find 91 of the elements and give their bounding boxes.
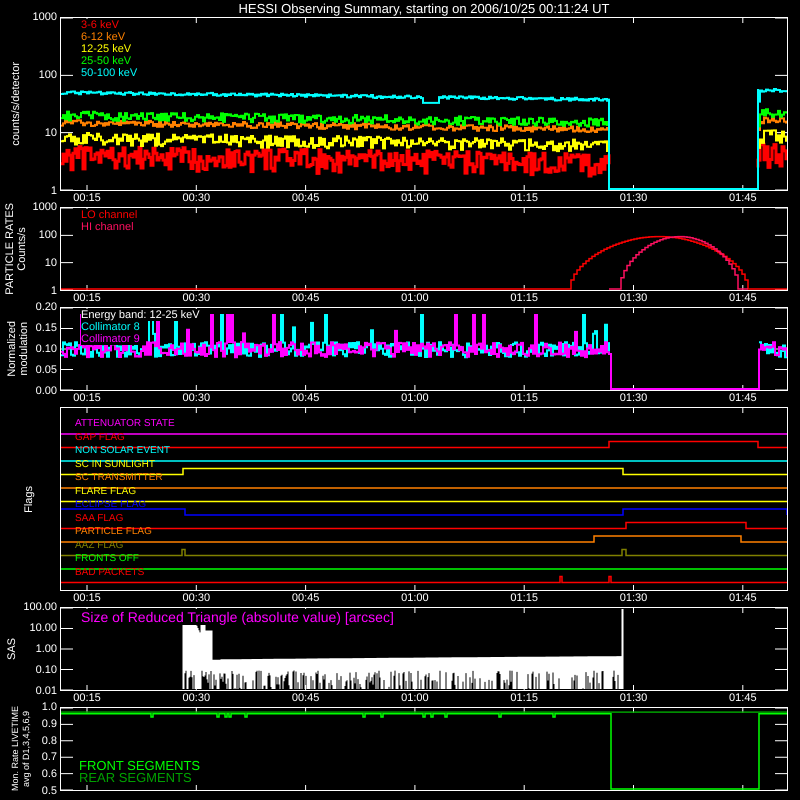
- tick-label: 100.00: [23, 601, 57, 613]
- legend-label: 3-6 keV: [81, 19, 119, 31]
- tick-label: 0.00: [36, 385, 57, 397]
- tick-label: 00:30: [182, 692, 210, 705]
- tick-label: 01:15: [510, 192, 538, 205]
- chart-caption: Energy band: 12-25 keV: [81, 309, 200, 321]
- legend-label: 25-50 keV: [81, 55, 132, 67]
- flag-label: SAA FLAG: [75, 512, 124, 525]
- tick-label: 00:45: [292, 692, 320, 705]
- tick-label: 10.00: [29, 622, 57, 634]
- flag-label: NON SOLAR EVENT: [75, 444, 172, 458]
- flag-label: GAP FLAG: [75, 430, 126, 444]
- tick-label: 0.10: [36, 664, 57, 676]
- tick-label: 01:45: [729, 292, 757, 305]
- flag-label: SC IN SUNLIGHT: [75, 458, 156, 471]
- tick-label: 1000: [32, 201, 57, 213]
- tick-label: 01:15: [510, 692, 538, 705]
- tick-label: 01:30: [620, 292, 648, 305]
- chart-title: HESSI Observing Summary, starting on 2006/10/25 00:11:24 UT: [238, 1, 610, 16]
- tick-label: 0.15: [36, 322, 57, 334]
- tick-label: 100: [38, 69, 57, 81]
- tick-label: 0.01: [36, 685, 57, 697]
- legend-label: LO channel: [81, 209, 138, 221]
- tick-label: 00:45: [292, 592, 320, 605]
- tick-label: 0.8: [42, 734, 57, 747]
- axis-label: Flags: [22, 486, 34, 512]
- axis-label: counts/s/detector: [10, 62, 22, 146]
- tick-label: 100: [38, 229, 57, 241]
- tick-label: 00:30: [182, 292, 210, 305]
- legend-label: Collimator 9: [81, 333, 140, 345]
- tick-label: 01:45: [729, 692, 757, 705]
- tick-label: 01:45: [729, 192, 757, 205]
- tick-label: 01:15: [510, 292, 538, 305]
- flag-label: ECLIPSE FLAG: [75, 498, 148, 512]
- tick-label: 00:15: [73, 292, 101, 305]
- tick-label: 1000: [32, 11, 57, 23]
- flag-label: FLARE FLAG: [75, 484, 138, 498]
- flag-label: AAZ FLAG: [75, 538, 124, 552]
- tick-label: 00:30: [182, 592, 210, 605]
- flag-label: ATTENUATOR STATE: [75, 417, 175, 430]
- tick-label: 01:00: [401, 292, 429, 305]
- tick-label: 01:15: [510, 592, 538, 605]
- tick-label: 0.7: [42, 751, 57, 764]
- tick-label: 0.9: [42, 718, 57, 730]
- tick-label: 00:30: [182, 192, 210, 205]
- legend-label: 50-100 keV: [81, 67, 138, 79]
- axis-label: Mon. Rate LIVETIME avg of D1,3,4,5,6,9: [10, 706, 32, 792]
- tick-label: 00:15: [73, 192, 101, 205]
- tick-label: 00:45: [292, 292, 320, 305]
- tick-label: 01:30: [620, 392, 648, 405]
- tick-label: 0.10: [36, 343, 57, 355]
- tick-label: 01:30: [620, 192, 648, 205]
- tick-label: 01:45: [729, 392, 757, 405]
- axis-label: SAS: [6, 638, 18, 660]
- tick-label: 00:45: [292, 392, 320, 405]
- legend-label: Collimator 8: [81, 321, 140, 333]
- tick-label: 01:00: [401, 192, 429, 205]
- tick-label: 01:30: [620, 692, 648, 705]
- tick-label: 00:45: [292, 192, 320, 205]
- tick-label: 10: [44, 257, 57, 269]
- legend-label: REAR SEGMENTS: [79, 772, 192, 784]
- tick-label: 00:15: [73, 692, 101, 705]
- tick-label: 1.00: [36, 643, 57, 655]
- flag-label: SC TRANSMITTER: [75, 471, 164, 484]
- legend-label: 6-12 keV: [81, 31, 126, 43]
- axis-label: PARTICLE RATES Counts/s: [4, 203, 28, 295]
- flag-label: FRONTS OFF: [75, 552, 140, 566]
- chart-caption: Size of Reduced Triangle (absolute value) [arcsec]: [81, 609, 394, 625]
- axis-label: Normalized modulation: [6, 321, 30, 377]
- tick-label: 0.6: [42, 768, 57, 780]
- tick-label: 01:00: [401, 692, 429, 705]
- tick-label: 1.0: [42, 701, 57, 713]
- tick-label: 1: [50, 285, 57, 297]
- tick-label: 01:00: [401, 392, 429, 405]
- tick-label: 0.20: [36, 301, 57, 313]
- tick-label: 01:00: [401, 592, 429, 605]
- tick-label: 00:15: [73, 392, 101, 405]
- flag-label: BAD PACKETS: [75, 566, 146, 579]
- legend-label: FRONT SEGMENTS: [79, 760, 200, 772]
- tick-label: 01:45: [729, 592, 757, 605]
- tick-label: 10: [44, 127, 57, 139]
- tick-label: 00:30: [182, 392, 210, 405]
- legend-label: 12-25 keV: [81, 43, 132, 55]
- tick-label: 0.5: [42, 784, 57, 797]
- tick-label: 0.05: [36, 364, 57, 376]
- tick-label: 01:15: [510, 392, 538, 405]
- flag-label: PARTICLE FLAG: [75, 525, 153, 538]
- tick-label: 1: [50, 185, 57, 197]
- tick-label: 01:30: [620, 592, 648, 605]
- tick-label: 00:15: [73, 592, 101, 605]
- legend-label: HI channel: [81, 221, 134, 233]
